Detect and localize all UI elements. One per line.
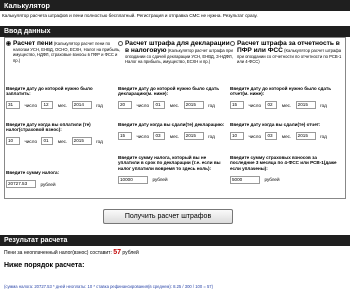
date-day-caption: число: [248, 133, 261, 139]
option-funds-deadline-label: Введите дату до которой нужно было сдать…: [230, 86, 332, 97]
result-section-title: Результат расчета: [4, 237, 68, 244]
result-suffix: рублей: [122, 250, 139, 256]
option-declaration-amount-group: Введите сумму налога, который вы не упла…: [118, 155, 228, 189]
date-year-caption: год: [320, 102, 327, 108]
date-month-caption: мес.: [169, 102, 180, 108]
option-penalty-amount-input[interactable]: 20727.53: [6, 180, 36, 189]
date-day-caption: число: [248, 102, 261, 108]
option-funds-amount-group: Введите сумму страховых взносов за после…: [230, 155, 342, 189]
option-penalty: Расчет пени (Калькулятор расчет пени по …: [6, 40, 122, 63]
option-funds-amount-input[interactable]: 5000: [230, 175, 260, 184]
option-funds-deadline-group: Введите дату до которой нужно было сдать…: [230, 86, 342, 115]
result-prefix: Пени за неоплаченный налог(взнос) состав…: [4, 250, 112, 256]
option-funds: Расчет штрафа за отчетность в ПФР или ФС…: [230, 40, 346, 65]
option-declaration-deadline-month[interactable]: 01: [153, 101, 166, 110]
option-declaration-deadline-year[interactable]: 2015: [183, 101, 204, 110]
option-funds-submitted-group: Введите дату когда вы сдали(те) отчет: 1…: [230, 122, 342, 145]
option-declaration-amount-input[interactable]: 10000: [118, 175, 148, 184]
date-day-caption: число: [24, 138, 37, 144]
option-penalty-amount-unit: рублей: [40, 181, 56, 187]
intro-text: Калькулятор расчета штрафов и пени полно…: [2, 13, 258, 18]
option-declaration-amount-unit: рублей: [152, 177, 168, 183]
order-title: Ниже порядок расчета:: [4, 262, 85, 269]
result-value: 57: [113, 249, 122, 256]
option-penalty-paid-group: Введите дату когда вы оплатили (те) нало…: [6, 122, 116, 151]
input-section-title: Ввод данных: [4, 28, 51, 35]
result-summary: Пени за неоплаченный налог(взнос) состав…: [4, 249, 139, 256]
option-declaration-submitted-group: Введите дату когда вы сдали(те) декларац…: [118, 122, 228, 145]
option-declaration-submitted-month[interactable]: 03: [153, 132, 166, 141]
date-day-caption: число: [136, 133, 149, 139]
option-funds-submitted-label: Введите дату когда вы сдали(те) отчет:: [230, 122, 321, 127]
option-penalty-amount-label: Введите сумму налога:: [6, 170, 60, 175]
option-penalty-paid-year[interactable]: 2015: [71, 137, 92, 146]
date-year-caption: год: [320, 133, 327, 139]
date-year-caption: год: [96, 102, 103, 108]
option-penalty-deadline-day[interactable]: 31: [6, 101, 20, 110]
calculation-formula: (сумма налога: 20727.53 * дней неоплаты:…: [4, 284, 214, 289]
date-year-caption: год: [208, 133, 215, 139]
option-penalty-paid-day[interactable]: 10: [6, 137, 20, 146]
option-declaration-deadline-label: Введите дату до которой нужно было сдать…: [118, 86, 220, 97]
date-month-caption: мес.: [281, 102, 292, 108]
date-year-caption: год: [96, 138, 103, 144]
option-funds-submitted-year[interactable]: 2015: [295, 132, 316, 141]
option-declaration-deadline-group: Введите дату до которой нужно было сдать…: [118, 86, 228, 115]
date-month-caption: мес.: [281, 133, 292, 139]
date-month-caption: мес.: [57, 138, 68, 144]
option-penalty-deadline-group: Введите дату до которой нужно было запла…: [6, 86, 116, 115]
option-declaration: Расчет штрафа для декларации в налоговую…: [118, 40, 234, 65]
option-declaration-submitted-label: Введите дату когда вы сдали(те) декларац…: [118, 122, 225, 127]
option-funds-radio[interactable]: [230, 41, 235, 46]
date-year-caption: год: [208, 102, 215, 108]
option-funds-submitted-month[interactable]: 03: [265, 132, 278, 141]
page-title: Калькулятор: [4, 1, 50, 10]
date-day-caption: число: [136, 102, 149, 108]
page-header: Калькулятор: [0, 0, 350, 11]
option-penalty-amount-group: Введите сумму налога: 20727.53 рублей: [6, 170, 116, 193]
option-penalty-paid-month[interactable]: 01: [41, 137, 54, 146]
option-funds-deadline-day[interactable]: 15: [230, 101, 244, 110]
result-section-header: Результат расчета: [0, 235, 350, 246]
option-penalty-deadline-month[interactable]: 12: [41, 101, 54, 110]
option-declaration-amount-label: Введите сумму налога, который вы не упла…: [118, 155, 221, 171]
option-declaration-deadline-day[interactable]: 20: [118, 101, 132, 110]
option-funds-amount-label: Введите сумму страховых взносов за после…: [230, 155, 337, 171]
option-funds-submitted-day[interactable]: 10: [230, 132, 244, 141]
option-penalty-deadline-year[interactable]: 2014: [71, 101, 92, 110]
option-penalty-deadline-label: Введите дату до которой нужно было запла…: [6, 86, 93, 97]
option-funds-amount-unit: рублей: [264, 177, 280, 183]
date-month-caption: мес.: [169, 133, 180, 139]
calculate-button[interactable]: Получить расчет штрафов: [103, 209, 233, 224]
option-penalty-title: Расчет пени: [13, 40, 53, 47]
option-declaration-submitted-year[interactable]: 2015: [183, 132, 204, 141]
option-penalty-radio[interactable]: [6, 41, 11, 46]
option-funds-deadline-month[interactable]: 02: [265, 101, 278, 110]
option-penalty-paid-label: Введите дату когда вы оплатили (те) нало…: [6, 122, 91, 133]
option-funds-deadline-year[interactable]: 2015: [295, 101, 316, 110]
input-section-header: Ввод данных: [0, 26, 350, 37]
date-day-caption: число: [24, 102, 37, 108]
option-declaration-radio[interactable]: [118, 41, 123, 46]
option-declaration-submitted-day[interactable]: 15: [118, 132, 132, 141]
date-month-caption: мес.: [57, 102, 68, 108]
